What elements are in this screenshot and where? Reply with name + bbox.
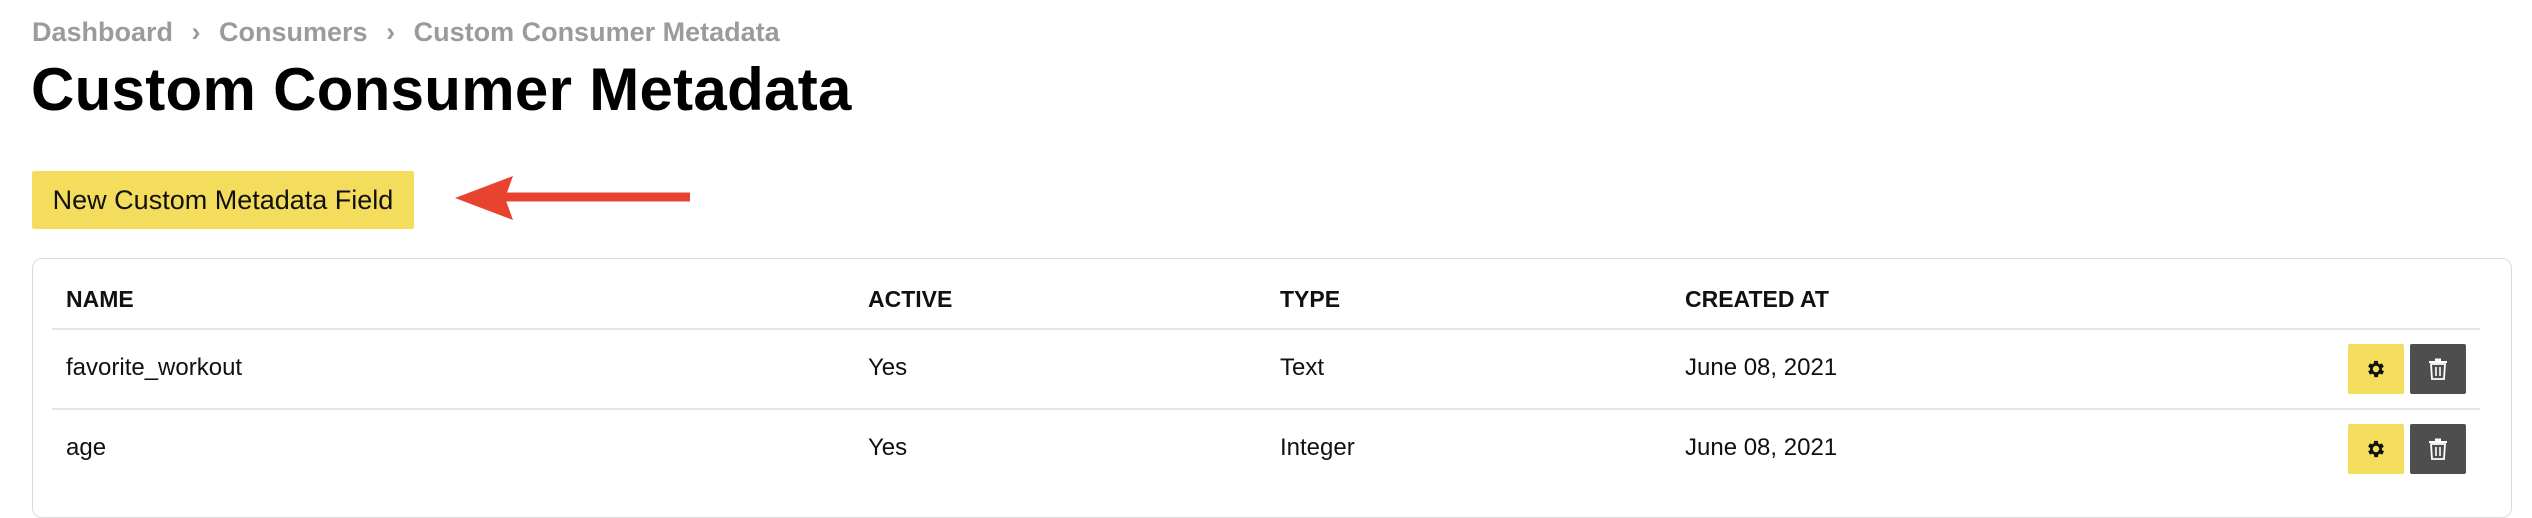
new-custom-metadata-field-button[interactable]: New Custom Metadata Field: [32, 171, 414, 229]
gear-icon: [2368, 360, 2384, 378]
annotation-arrow: [455, 176, 690, 220]
cell-name: favorite_workout: [66, 354, 243, 381]
metadata-table: [32, 258, 2512, 518]
gear-icon: [2368, 440, 2384, 458]
settings-button[interactable]: [2348, 424, 2404, 474]
breadcrumb-dashboard[interactable]: Dashboard: [32, 17, 173, 48]
trash-icon: [2429, 358, 2447, 380]
page-title: Custom Consumer Metadata: [31, 56, 852, 123]
arrow-head: [455, 176, 513, 220]
cell-created-at: June 08, 2021: [1685, 354, 1838, 381]
row-divider: [52, 408, 2480, 410]
cell-name: age: [66, 434, 107, 461]
header-divider: [52, 328, 2480, 330]
trash-icon: [2429, 438, 2447, 460]
breadcrumb: Dashboard › Consumers › Custom Consumer …: [32, 14, 780, 50]
cell-type: Text: [1280, 354, 1325, 381]
cell-created-at: June 08, 2021: [1685, 434, 1838, 461]
column-header-active: ACTIVE: [868, 286, 953, 312]
breadcrumb-current: Custom Consumer Metadata: [413, 16, 780, 47]
breadcrumb-consumers[interactable]: Consumers: [219, 17, 368, 48]
cell-active: Yes: [868, 354, 908, 381]
cell-type: Integer: [1280, 434, 1355, 461]
column-header-name: NAME: [66, 286, 134, 312]
column-header-created-at: CREATED AT: [1685, 286, 1829, 312]
settings-button[interactable]: [2348, 344, 2404, 394]
breadcrumb-separator: ›: [386, 16, 396, 47]
delete-button[interactable]: [2410, 424, 2466, 474]
breadcrumb-separator: ›: [191, 16, 201, 47]
column-header-type: TYPE: [1280, 286, 1341, 312]
cell-active: Yes: [868, 434, 908, 461]
delete-button[interactable]: [2410, 344, 2466, 394]
